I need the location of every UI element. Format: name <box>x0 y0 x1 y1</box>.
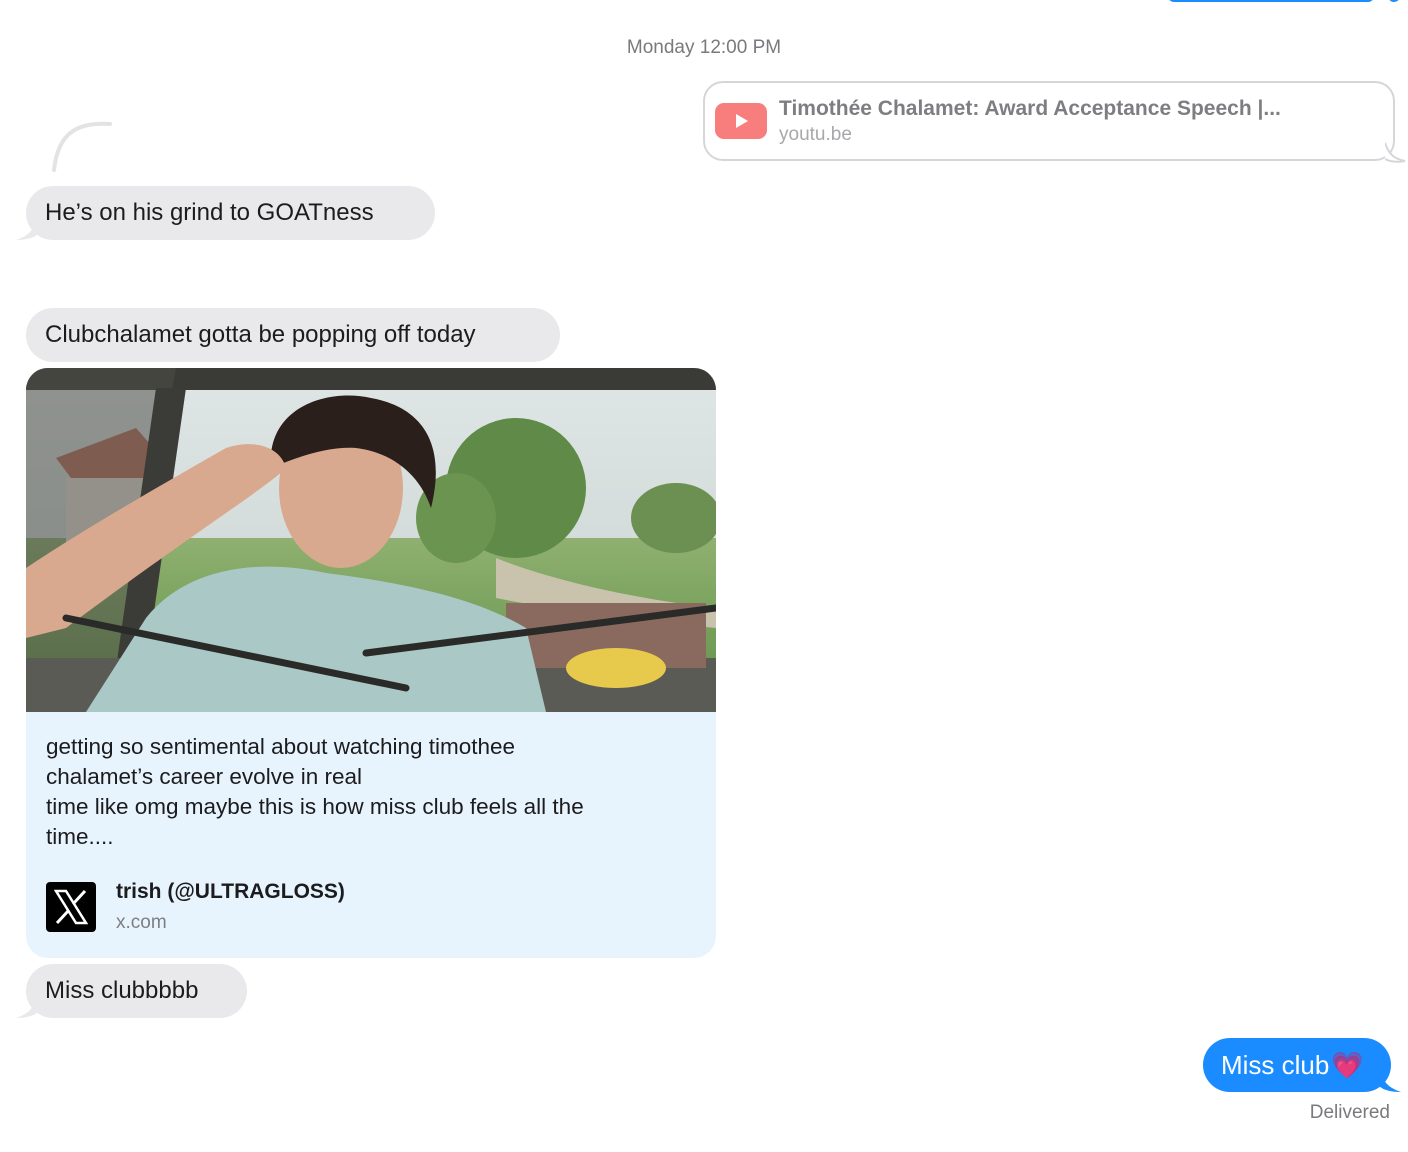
reply-thread-connector <box>52 121 112 172</box>
delivery-status: Delivered <box>1309 1102 1390 1123</box>
tweet-author-row: trish (@ULTRAGLOSS) x.com <box>46 880 345 934</box>
message-text: Miss clubbbbb <box>45 977 199 1004</box>
message-text: Clubchalamet gotta be popping off today <box>45 321 476 348</box>
conversation-timestamp: Monday 12:00 PM <box>626 37 782 58</box>
incoming-message[interactable]: Miss clubbbbb <box>16 964 247 1018</box>
link-domain: youtu.be <box>779 123 852 145</box>
message-text: He’s on his grind to GOATness <box>45 199 374 226</box>
tweet-link-preview[interactable]: getting so sentimental about watching ti… <box>26 368 716 958</box>
tweet-text: getting so sentimental about watching ti… <box>46 734 584 849</box>
incoming-message[interactable]: Clubchalamet gotta be popping off today <box>26 308 560 362</box>
x-logo-icon <box>46 882 96 932</box>
tweet-author-name: trish (@ULTRAGLOSS) <box>116 880 345 903</box>
previous-outgoing-bubble-edge <box>1168 0 1374 2</box>
outgoing-message[interactable]: Miss club 💗 <box>1203 1038 1401 1092</box>
messages-window: Monday 12:00 PM Timothée Chalamet: Award… <box>0 0 1408 1152</box>
previous-outgoing-bubble-tail <box>1388 0 1400 2</box>
bubble-tail <box>1379 1070 1401 1092</box>
tweet-domain: x.com <box>116 912 167 933</box>
tweet-photo <box>26 368 716 712</box>
message-text: Miss club <box>1221 1049 1330 1080</box>
youtube-link-preview[interactable]: Timothée Chalamet: Award Acceptance Spee… <box>703 81 1406 163</box>
youtube-play-icon <box>715 103 767 139</box>
heart-emoji: 💗 <box>1331 1049 1364 1080</box>
link-title: Timothée Chalamet: Award Acceptance Spee… <box>779 96 1281 120</box>
bubble-tail <box>16 996 38 1018</box>
incoming-message[interactable]: He’s on his grind to GOATness <box>16 186 435 240</box>
bubble-tail <box>16 218 38 240</box>
bubble-tail <box>1385 142 1406 163</box>
